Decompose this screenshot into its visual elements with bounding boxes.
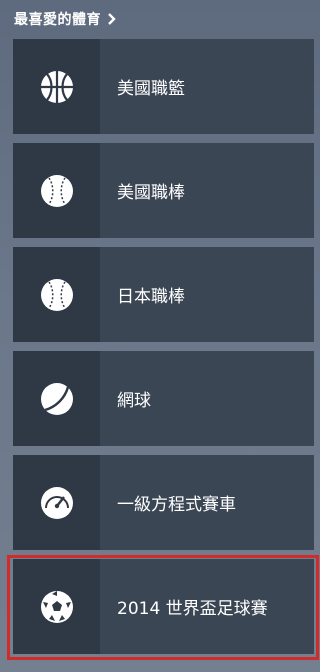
soccer-ball-icon <box>40 590 73 623</box>
favorite-sports-header[interactable]: 最喜愛的體育 <box>14 9 116 29</box>
sport-label: 日本職棒 <box>117 287 185 307</box>
sport-tile-nba[interactable]: 美國職籃 <box>13 39 314 134</box>
chevron-right-icon <box>108 13 116 25</box>
sport-tile-f1[interactable]: 一級方程式賽車 <box>13 455 314 550</box>
sports-list: 美國職籃 美國職棒 日本職棒 網球 一級方程式賽車 2014 世界盃足球賽 <box>7 39 319 663</box>
baseball-icon <box>40 174 73 207</box>
tennis-ball-icon <box>40 382 73 415</box>
sport-tile-mlb[interactable]: 美國職棒 <box>13 143 314 238</box>
header-title: 最喜愛的體育 <box>14 12 101 28</box>
sport-label: 一級方程式賽車 <box>117 495 236 515</box>
sport-tile-tennis[interactable]: 網球 <box>13 351 314 446</box>
sport-label: 美國職籃 <box>117 79 185 99</box>
sport-label: 美國職棒 <box>117 183 185 203</box>
sport-tile-world-cup[interactable]: 2014 世界盃足球賽 <box>7 555 319 660</box>
sport-label: 2014 世界盃足球賽 <box>117 599 268 619</box>
sport-label: 網球 <box>117 391 151 411</box>
sport-tile-npb[interactable]: 日本職棒 <box>13 247 314 342</box>
basketball-icon <box>40 70 73 103</box>
speedometer-icon <box>40 486 73 519</box>
baseball-icon <box>40 278 73 311</box>
